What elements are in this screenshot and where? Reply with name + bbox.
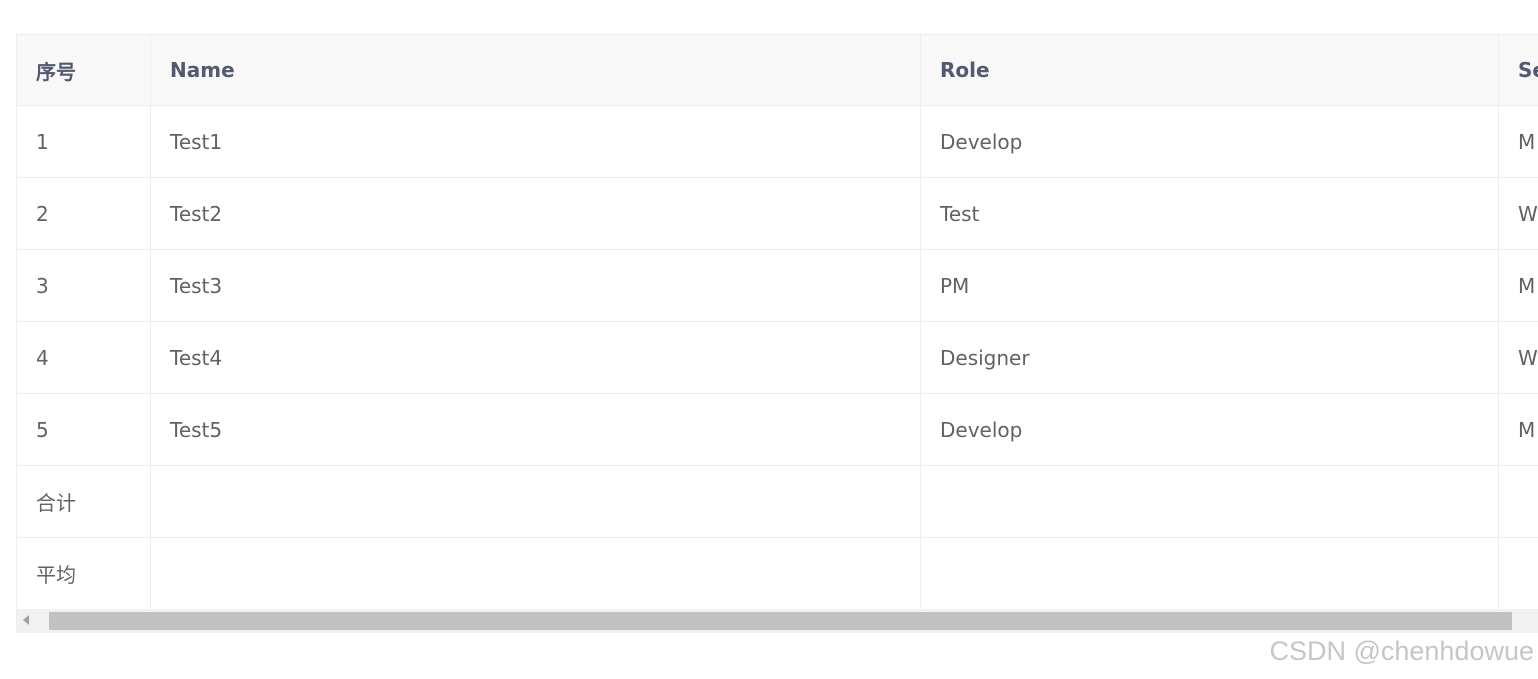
header-index[interactable]: 序号 [17,35,151,105]
scroll-left-arrow-icon[interactable] [23,615,29,625]
cell-role: Develop [921,106,1499,177]
cell-sex: W [1499,322,1538,393]
cell-index: 1 [17,106,151,177]
cell-role: Test [921,178,1499,249]
summary-label-average: 平均 [17,538,151,609]
data-table: 序号 Name Role Se 1 Test1 Develop M 2 Test… [16,34,1538,633]
cell-name: Test1 [151,106,921,177]
cell-role: PM [921,250,1499,321]
cell-name: Test3 [151,250,921,321]
summary-cell [151,538,921,609]
cell-index: 5 [17,394,151,465]
summary-cell [1499,466,1538,537]
summary-label-total: 合计 [17,466,151,537]
table-row[interactable]: 3 Test3 PM M [17,250,1538,322]
watermark: CSDN @chenhdowue [1269,636,1534,666]
cell-role: Develop [921,394,1499,465]
header-name[interactable]: Name [151,35,921,105]
summary-cell [921,538,1499,609]
cell-index: 3 [17,250,151,321]
horizontal-scrollbar[interactable] [16,609,1538,633]
summary-cell [921,466,1499,537]
cell-index: 2 [17,178,151,249]
cell-index: 4 [17,322,151,393]
table-row[interactable]: 2 Test2 Test W [17,178,1538,250]
cell-role: Designer [921,322,1499,393]
cell-sex: W [1499,178,1538,249]
table-row[interactable]: 1 Test1 Develop M [17,106,1538,178]
cell-name: Test2 [151,178,921,249]
cell-sex: M [1499,394,1538,465]
summary-row-average: 平均 [17,538,1538,610]
header-role[interactable]: Role [921,35,1499,105]
cell-sex: M [1499,106,1538,177]
table-row[interactable]: 5 Test5 Develop M [17,394,1538,466]
table-row[interactable]: 4 Test4 Designer W [17,322,1538,394]
scrollbar-thumb[interactable] [49,612,1512,630]
table-header-row: 序号 Name Role Se [17,35,1538,106]
summary-cell [1499,538,1538,609]
cell-sex: M [1499,250,1538,321]
summary-row-total: 合计 [17,466,1538,538]
cell-name: Test5 [151,394,921,465]
summary-cell [151,466,921,537]
header-sex[interactable]: Se [1499,35,1538,105]
cell-name: Test4 [151,322,921,393]
